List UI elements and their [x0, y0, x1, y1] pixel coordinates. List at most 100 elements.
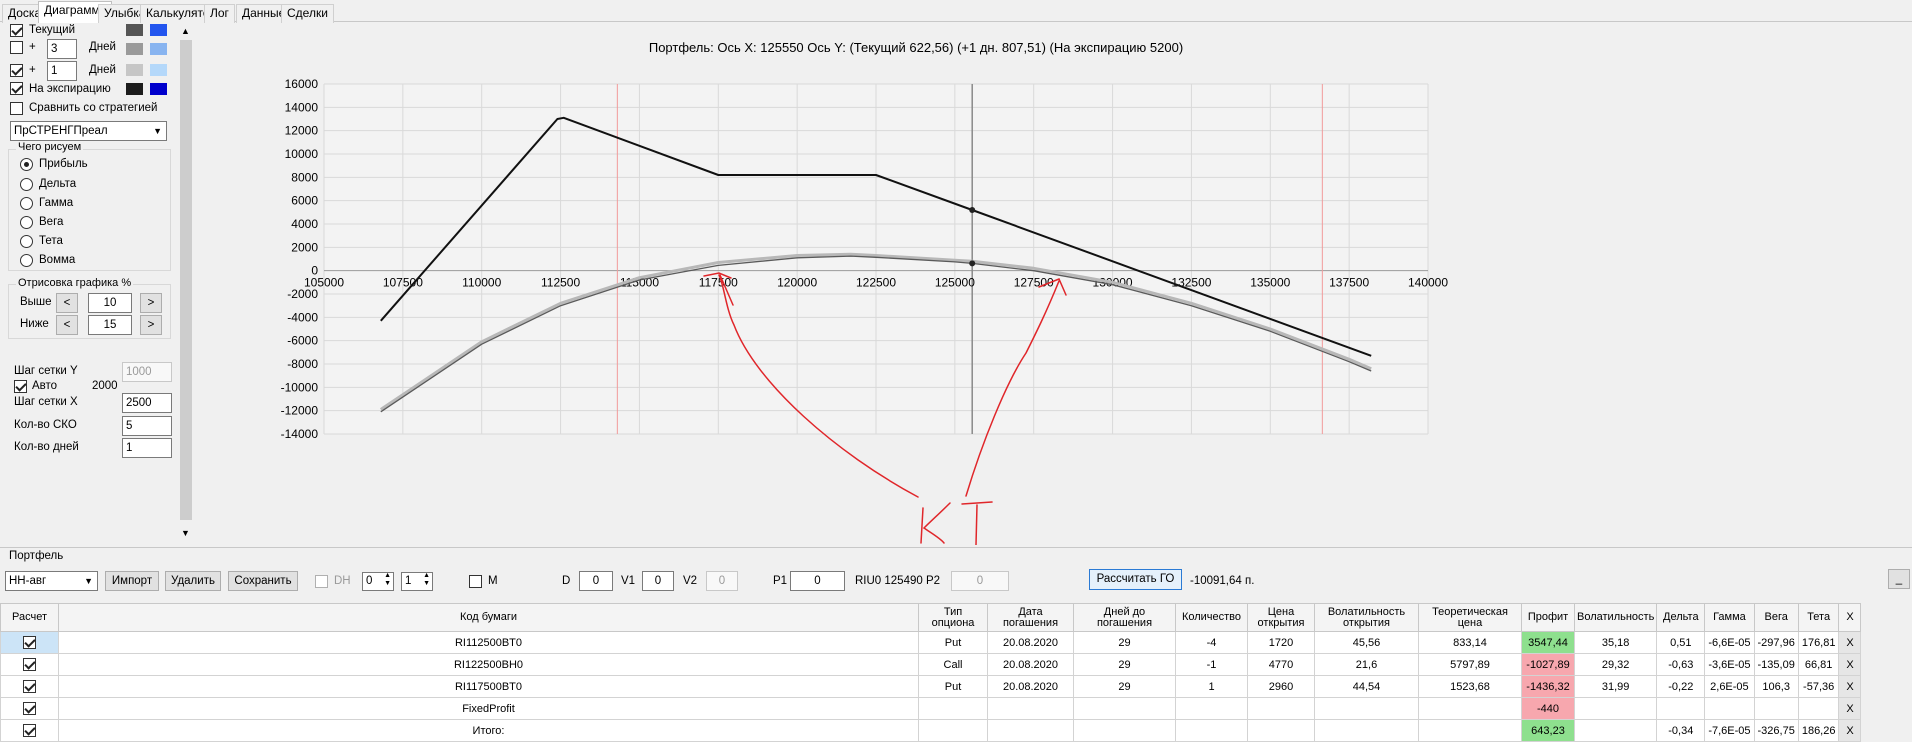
table-header-row: Расчет Код бумаги Тип опциона Дата погаш…	[0, 603, 1862, 632]
below-decrease-button[interactable]: <	[56, 315, 78, 335]
save-button[interactable]: Сохранить	[228, 571, 298, 591]
import-button[interactable]: Импорт	[105, 571, 159, 591]
cell-remove-button[interactable]: X	[1838, 719, 1862, 742]
radio-theta[interactable]	[20, 235, 33, 248]
below-increase-button[interactable]: >	[140, 315, 162, 335]
radio-gamma[interactable]	[20, 197, 33, 210]
col-header-vol-open[interactable]: Волатильность открытия	[1314, 603, 1419, 632]
row-calc-checkbox[interactable]	[0, 719, 59, 742]
days3-input[interactable]: 3	[47, 39, 77, 59]
grid-y-input[interactable]: 1000	[122, 362, 172, 382]
compare-checkbox[interactable]	[10, 102, 23, 115]
col-header-calc[interactable]: Расчет	[0, 603, 59, 632]
portfolio-select[interactable]: НН-авг ▼	[5, 571, 98, 591]
checkbox-icon[interactable]	[23, 724, 36, 737]
days1-color-dark[interactable]	[126, 64, 143, 76]
checkbox-icon[interactable]	[23, 702, 36, 715]
spin-arrows-icon[interactable]: ▲ ▼	[423, 573, 430, 588]
above-decrease-button[interactable]: <	[56, 293, 78, 313]
above-input[interactable]: 10	[88, 293, 132, 313]
row-calc-checkbox[interactable]	[0, 675, 59, 698]
expiry-checkbox[interactable]	[10, 82, 23, 95]
cell-remove-button[interactable]: X	[1838, 631, 1862, 654]
calc-go-button[interactable]: Рассчитать ГО	[1089, 569, 1182, 590]
row-calc-checkbox[interactable]	[0, 631, 59, 654]
table-row[interactable]: Итого: 643,23 -0,34 -7,6E-05 -326,75 186,26 X	[0, 719, 1862, 742]
above-increase-button[interactable]: >	[140, 293, 162, 313]
p2-input[interactable]: 0	[951, 571, 1009, 591]
cell-remove-button[interactable]: X	[1838, 697, 1862, 720]
days3-color-dark[interactable]	[126, 43, 143, 55]
below-input[interactable]: 15	[88, 315, 132, 335]
col-header-theta[interactable]: Тета	[1797, 603, 1840, 632]
cell-remove-button[interactable]: X	[1838, 653, 1862, 676]
col-header-type[interactable]: Тип опциона	[918, 603, 988, 632]
scroll-up-icon[interactable]: ▲	[181, 26, 190, 36]
cell-qty: -1	[1175, 653, 1248, 676]
col-header-date[interactable]: Дата погашения	[987, 603, 1074, 632]
days1-checkbox[interactable]	[10, 64, 23, 77]
col-header-code[interactable]: Код бумаги	[58, 603, 919, 632]
spin-arrows-icon[interactable]: ▲ ▼	[384, 573, 391, 588]
sko-input[interactable]: 5	[122, 416, 172, 436]
days1-input[interactable]: 1	[47, 61, 77, 81]
cell-vol-open	[1314, 697, 1419, 720]
radio-delta[interactable]	[20, 178, 33, 191]
current-color-dark[interactable]	[126, 24, 143, 36]
tab-deals[interactable]: Сделки	[281, 4, 334, 23]
cell-date	[987, 719, 1074, 742]
col-header-vega[interactable]: Вега	[1753, 603, 1799, 632]
v2-input[interactable]: 0	[706, 571, 738, 591]
cell-qty	[1175, 697, 1248, 720]
cell-remove-button[interactable]: X	[1838, 675, 1862, 698]
m-checkbox[interactable]	[469, 575, 482, 588]
current-checkbox[interactable]	[10, 24, 23, 37]
auto-checkbox[interactable]	[14, 380, 27, 393]
radio-vomma[interactable]	[20, 254, 33, 267]
expiry-color-dark[interactable]	[126, 83, 143, 95]
dh-spin-2[interactable]: 1 ▲ ▼	[401, 572, 433, 591]
p1-input[interactable]: 0	[790, 571, 845, 591]
checkbox-icon[interactable]	[23, 680, 36, 693]
radio-profit[interactable]	[20, 158, 33, 171]
col-header-days[interactable]: Дней до погашения	[1073, 603, 1176, 632]
col-header-price[interactable]: Цена открытия	[1247, 603, 1315, 632]
table-row[interactable]: RI112500BT0 Put 20.08.2020 29 -4 1720 45,56 833…	[0, 631, 1862, 654]
expiry-color-light[interactable]	[150, 83, 167, 95]
dh-checkbox[interactable]	[315, 575, 328, 588]
current-color-light[interactable]	[150, 24, 167, 36]
col-header-x[interactable]: X	[1838, 603, 1862, 632]
radio-vega[interactable]	[20, 216, 33, 229]
delete-button[interactable]: Удалить	[165, 571, 221, 591]
checkbox-icon[interactable]	[23, 636, 36, 649]
y-tick-label: 0	[311, 264, 318, 278]
d-input[interactable]: 0	[579, 571, 613, 591]
col-header-vol[interactable]: Волатильность	[1573, 603, 1658, 632]
y-tick-label: 8000	[291, 170, 318, 184]
table-row[interactable]: RI122500BH0 Call 20.08.2020 29 -1 4770 21,6 579…	[0, 653, 1862, 676]
dh-spin-1[interactable]: 0 ▲ ▼	[362, 572, 394, 591]
tab-log[interactable]: Лог	[204, 4, 235, 23]
v1-input[interactable]: 0	[642, 571, 674, 591]
strategy-select[interactable]: ПрСТРЕНГПреал ▼	[10, 121, 167, 141]
x-tick-label: 132500	[1171, 276, 1211, 290]
table-row[interactable]: FixedProfit -440 X	[0, 697, 1862, 720]
settings-scroll-thumb[interactable]	[180, 40, 192, 520]
col-header-qty[interactable]: Количество	[1175, 603, 1248, 632]
days1-color-light[interactable]	[150, 64, 167, 76]
col-header-gamma[interactable]: Гамма	[1704, 603, 1755, 632]
days3-checkbox[interactable]	[10, 41, 23, 54]
cell-code: Итого:	[58, 719, 919, 742]
scroll-down-icon[interactable]: ▼	[181, 528, 190, 538]
table-row[interactable]: RI117500BT0 Put 20.08.2020 29 1 2960 44,54 1523…	[0, 675, 1862, 698]
col-header-theo[interactable]: Теоретическая цена	[1418, 603, 1522, 632]
checkbox-icon[interactable]	[23, 658, 36, 671]
grid-x-input[interactable]: 2500	[122, 393, 172, 413]
col-header-delta[interactable]: Дельта	[1656, 603, 1706, 632]
col-header-profit[interactable]: Профит	[1521, 603, 1575, 632]
row-calc-checkbox[interactable]	[0, 653, 59, 676]
row-calc-checkbox[interactable]	[0, 697, 59, 720]
days3-color-light[interactable]	[150, 43, 167, 55]
days-cut-input[interactable]: 1	[122, 438, 172, 458]
minimize-button[interactable]: _	[1888, 569, 1910, 589]
